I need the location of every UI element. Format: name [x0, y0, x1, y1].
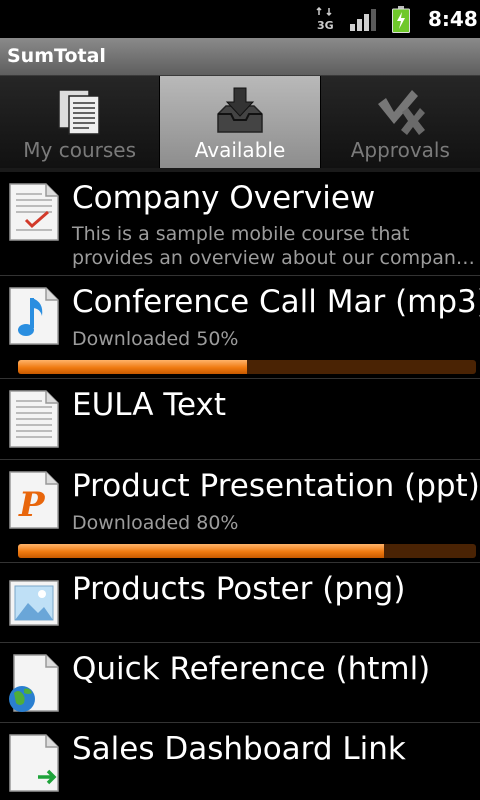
documents-icon: [57, 89, 100, 135]
download-status: Downloaded 50%: [72, 328, 239, 350]
text-file-icon: [9, 390, 59, 448]
item-title: Products Poster (png): [72, 571, 406, 607]
item-title: Quick Reference (html): [72, 651, 431, 687]
web-file-icon: [9, 654, 59, 712]
progress-fill: [18, 360, 247, 374]
image-file-icon: [9, 580, 59, 626]
data-3g-icon: 3G: [316, 7, 334, 32]
status-clock: 8:48: [428, 7, 478, 31]
list-item-conference-call[interactable]: Conference Call Mar (mp3) Downloaded 50%: [0, 276, 480, 379]
item-title: Product Presentation (ppt): [72, 468, 480, 504]
item-title: Company Overview: [72, 180, 376, 216]
item-title: EULA Text: [72, 387, 227, 423]
app-title-bar: SumTotal: [0, 38, 480, 76]
svg-text:P: P: [18, 485, 46, 525]
item-title: Conference Call Mar (mp3): [72, 284, 480, 320]
tab-bar: My courses Available Approvals: [0, 76, 480, 168]
item-description-line: provides an overview about our company,.…: [72, 247, 476, 269]
check-x-icon: [378, 90, 426, 135]
status-bar: 3G 8:48: [0, 0, 480, 38]
item-description: This is a sample mobile course that prov…: [72, 222, 476, 270]
tab-approvals[interactable]: Approvals: [320, 76, 480, 168]
download-tray-icon: [217, 87, 263, 133]
list-item-product-presentation[interactable]: P Product Presentation (ppt) Downloaded …: [0, 460, 480, 563]
download-progress-bar: [18, 360, 476, 374]
list-item-sales-dashboard-link[interactable]: Sales Dashboard Link: [0, 723, 480, 800]
battery-charging-icon: [392, 6, 410, 33]
list-item-products-poster[interactable]: Products Poster (png): [0, 563, 480, 643]
tab-my-courses[interactable]: My courses: [0, 76, 161, 168]
tab-label: My courses: [23, 138, 137, 162]
item-title: Sales Dashboard Link: [72, 731, 406, 767]
download-status: Downloaded 80%: [72, 512, 239, 534]
item-description-line: This is a sample mobile course that: [72, 223, 410, 245]
link-file-icon: [9, 734, 59, 792]
app-title: SumTotal: [7, 45, 106, 67]
audio-file-icon: [9, 287, 59, 345]
svg-text:3G: 3G: [317, 19, 334, 32]
document-check-icon: [9, 183, 59, 241]
signal-bars-icon: [350, 9, 376, 31]
tab-available[interactable]: Available: [160, 76, 321, 168]
tab-label: Available: [194, 138, 286, 162]
list-item-company-overview[interactable]: Company Overview This is a sample mobile…: [0, 172, 480, 276]
list-item-eula-text[interactable]: EULA Text: [0, 379, 480, 460]
list-item-quick-reference[interactable]: Quick Reference (html): [0, 643, 480, 723]
course-list: Company Overview This is a sample mobile…: [0, 172, 480, 800]
download-progress-bar: [18, 544, 476, 558]
progress-fill: [18, 544, 385, 558]
tab-label: Approvals: [350, 138, 450, 162]
presentation-file-icon: P: [9, 471, 59, 529]
